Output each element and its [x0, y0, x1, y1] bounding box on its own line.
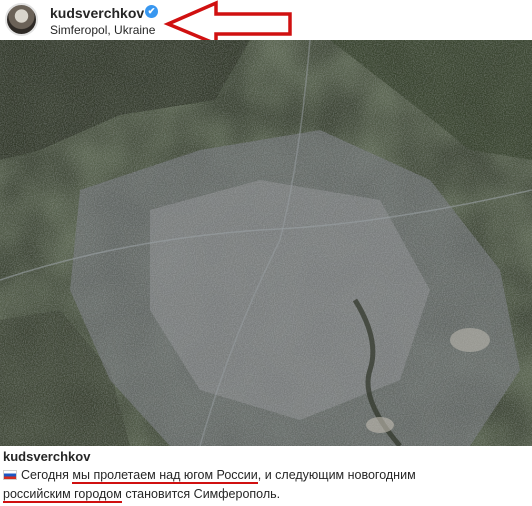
satellite-photo[interactable]: [0, 40, 532, 446]
caption-text: Сегодня мы пролетаем над югом России, и …: [3, 466, 529, 504]
caption-username[interactable]: kudsverchkov: [3, 449, 90, 464]
caption-part-1: Сегодня: [21, 468, 69, 482]
red-arrow-annotation-icon: [163, 0, 292, 42]
post-location[interactable]: Simferopol, Ukraine: [50, 23, 155, 37]
caption-part-2-underlined: мы пролетаем над югом России: [72, 468, 258, 484]
russia-flag-icon: [3, 470, 17, 480]
post-username[interactable]: kudsverchkov: [50, 5, 144, 21]
verified-badge-icon: ✔: [145, 5, 158, 18]
caption-part-3: , и следующим новогодним: [257, 468, 416, 482]
post-header: kudsverchkov ✔ Simferopol, Ukraine: [0, 0, 532, 42]
caption-part-4-underlined: российским городом: [3, 487, 122, 503]
avatar[interactable]: [5, 3, 38, 36]
caption-part-5: становится Симферополь.: [125, 487, 281, 501]
